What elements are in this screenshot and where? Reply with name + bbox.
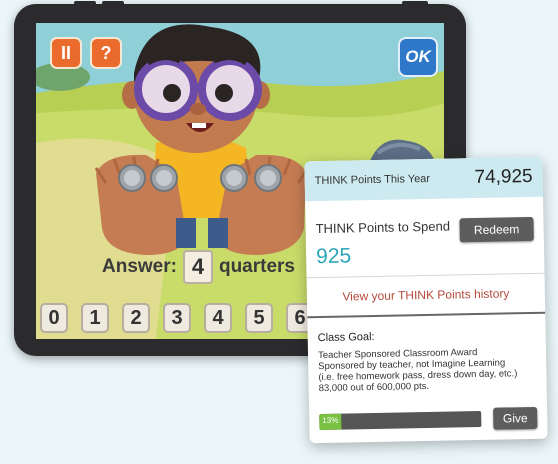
points-to-spend-label: THINK Points to Spend bbox=[315, 218, 451, 237]
redeem-button[interactable]: Redeem bbox=[459, 216, 534, 243]
points-to-spend-value: 925 bbox=[315, 244, 352, 269]
coin-icon bbox=[150, 164, 178, 192]
points-to-spend-section: THINK Points to Spend 925 Redeem bbox=[305, 196, 545, 279]
tablet-volume-button bbox=[102, 1, 124, 5]
numpad-key-0[interactable]: 0 bbox=[40, 303, 68, 333]
think-points-card: THINK Points This Year 74,925 THINK Poin… bbox=[304, 156, 548, 444]
give-button[interactable]: Give bbox=[493, 406, 538, 430]
points-this-year-value: 74,925 bbox=[474, 165, 533, 189]
points-this-year-label: THINK Points This Year bbox=[314, 172, 431, 188]
numpad-key-5[interactable]: 5 bbox=[245, 303, 273, 333]
coin-icon bbox=[220, 164, 248, 192]
answer-input[interactable]: 4 bbox=[182, 250, 213, 284]
pause-button[interactable]: II bbox=[50, 37, 82, 69]
answer-row: Answer: 4 quarters bbox=[102, 249, 295, 285]
number-pad: 0 1 2 3 4 5 6 bbox=[40, 303, 314, 333]
points-history-link[interactable]: View your THINK Points history bbox=[306, 273, 546, 319]
coin-icon bbox=[118, 164, 146, 192]
tablet-power-button bbox=[402, 1, 428, 5]
numpad-key-1[interactable]: 1 bbox=[81, 303, 109, 333]
class-goal-section: Class Goal: Teacher Sponsored Classroom … bbox=[307, 314, 546, 431]
class-goal-title: Class Goal: bbox=[317, 330, 375, 345]
class-goal-progress-bar: 13% bbox=[319, 410, 482, 431]
numpad-key-2[interactable]: 2 bbox=[122, 303, 150, 333]
tablet-volume-button bbox=[74, 1, 96, 5]
answer-label: Answer: bbox=[102, 256, 177, 277]
numpad-key-3[interactable]: 3 bbox=[163, 303, 191, 333]
class-goal-progress-percent: 13% bbox=[322, 415, 339, 426]
answer-unit: quarters bbox=[218, 256, 295, 277]
coin-icon bbox=[254, 164, 282, 192]
points-this-year-header: THINK Points This Year 74,925 bbox=[304, 156, 544, 202]
ok-button[interactable]: OK bbox=[398, 37, 438, 77]
help-button[interactable]: ? bbox=[90, 37, 122, 69]
numpad-key-4[interactable]: 4 bbox=[204, 303, 232, 333]
